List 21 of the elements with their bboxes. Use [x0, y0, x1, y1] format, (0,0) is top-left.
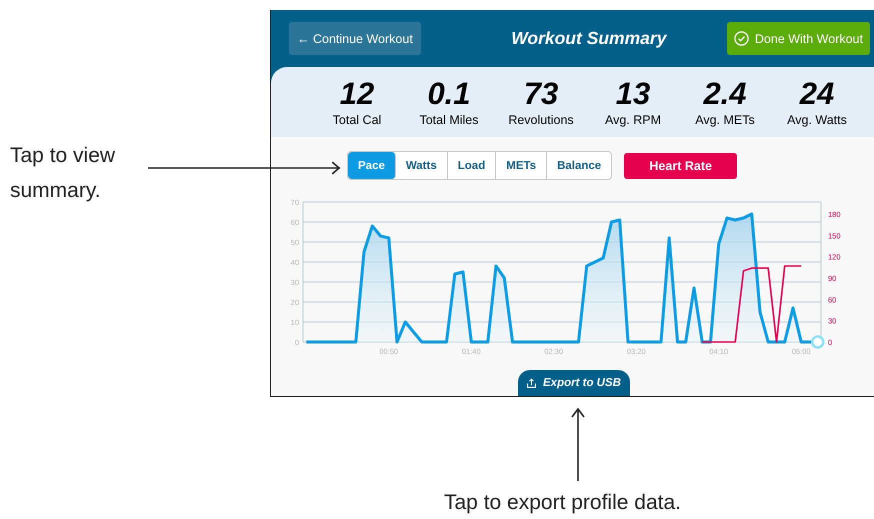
- export-to-usb-button[interactable]: Export to USB: [518, 370, 630, 396]
- callout-text: Tap to view summary.: [10, 143, 116, 204]
- stat-value: 0.1: [427, 77, 471, 111]
- stat-value: 24: [800, 77, 834, 111]
- stat-label: Avg. RPM: [604, 113, 662, 127]
- screen-title: Workout Summary: [511, 28, 666, 49]
- callout-text: Tap to export profile data.: [444, 491, 681, 515]
- stat-value: 2.4: [703, 77, 747, 111]
- playhead-marker[interactable]: [810, 335, 824, 349]
- stat-label: Avg. Watts: [787, 113, 847, 127]
- stat-label: Total Cal: [332, 113, 382, 127]
- stat-value: 13: [616, 77, 650, 111]
- heart-rate-toggle[interactable]: Heart Rate: [624, 152, 738, 178]
- share-icon: [526, 378, 538, 388]
- stat-value: 12: [340, 77, 374, 111]
- stat-label: Avg. METs: [695, 113, 755, 127]
- continue-workout-button[interactable]: ← Continue Workout: [289, 22, 421, 55]
- check-circle-icon: [734, 31, 749, 46]
- stat-value: 73: [524, 77, 558, 111]
- stat-label: Total Miles: [419, 113, 479, 127]
- stat-label: Revolutions: [508, 113, 574, 127]
